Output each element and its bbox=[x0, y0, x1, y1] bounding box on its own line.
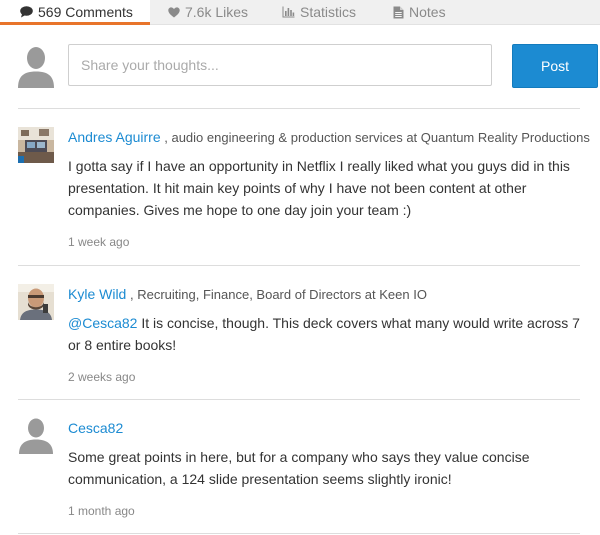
author-headline: , Recruiting, Finance, Board of Director… bbox=[129, 287, 427, 302]
share-thoughts-input[interactable] bbox=[68, 44, 492, 86]
tab-statistics-label: Statistics bbox=[300, 4, 357, 20]
divider bbox=[18, 265, 580, 266]
commenter-avatar-placeholder-icon[interactable] bbox=[18, 418, 54, 454]
commenter-avatar[interactable] bbox=[18, 284, 54, 320]
comment-timestamp: 1 week ago bbox=[68, 235, 130, 249]
tab-likes[interactable]: 7.6k Likes bbox=[168, 0, 248, 24]
comment-text: @Cesca82 It is concise, though. This dec… bbox=[68, 312, 580, 356]
comment-text: Some great points in here, but for a com… bbox=[68, 446, 580, 490]
heart-icon bbox=[168, 6, 180, 18]
author-name-link[interactable]: Andres Aguirre bbox=[68, 129, 161, 145]
comment-body: Cesca82 Some great points in here, but f… bbox=[68, 418, 580, 518]
comment-body: Kyle Wild , Recruiting, Finance, Board o… bbox=[68, 284, 580, 384]
divider bbox=[18, 399, 580, 400]
comment-timestamp: 1 month ago bbox=[68, 504, 135, 518]
speech-bubble-icon bbox=[20, 6, 33, 18]
divider bbox=[18, 533, 580, 534]
comment-text: I gotta say if I have an opportunity in … bbox=[68, 155, 580, 221]
mention-link[interactable]: @Cesca82 bbox=[68, 315, 137, 331]
tab-comments-label: 569 Comments bbox=[38, 4, 133, 20]
comment-composer: Post bbox=[18, 44, 598, 90]
tab-notes[interactable]: Notes bbox=[393, 0, 446, 24]
tab-bar: 569 Comments 7.6k Likes Statistics Notes bbox=[0, 0, 600, 25]
author-name-link[interactable]: Cesca82 bbox=[68, 420, 123, 436]
bar-chart-icon bbox=[282, 6, 295, 18]
commenter-avatar[interactable] bbox=[18, 127, 54, 163]
comment-body: Andres Aguirre , audio engineering & pro… bbox=[68, 127, 590, 249]
document-icon bbox=[393, 6, 404, 19]
tab-notes-label: Notes bbox=[409, 4, 446, 20]
comment-text-content: Some great points in here, but for a com… bbox=[68, 449, 530, 487]
comment-timestamp: 2 weeks ago bbox=[68, 370, 136, 384]
post-button[interactable]: Post bbox=[512, 44, 598, 88]
comment-header: Kyle Wild , Recruiting, Finance, Board o… bbox=[68, 286, 580, 303]
tab-comments[interactable]: 569 Comments bbox=[0, 0, 150, 25]
author-headline: , audio engineering & production service… bbox=[164, 130, 590, 145]
tab-statistics[interactable]: Statistics bbox=[282, 0, 356, 24]
user-avatar-placeholder-icon bbox=[18, 46, 54, 88]
author-name-link[interactable]: Kyle Wild bbox=[68, 286, 126, 302]
comment-text-content: I gotta say if I have an opportunity in … bbox=[68, 158, 570, 218]
comment-header: Andres Aguirre , audio engineering & pro… bbox=[68, 129, 590, 146]
tab-likes-label: 7.6k Likes bbox=[185, 4, 249, 20]
comment-header: Cesca82 bbox=[68, 420, 580, 437]
comment-text-content: It is concise, though. This deck covers … bbox=[68, 315, 580, 353]
divider bbox=[18, 108, 580, 109]
